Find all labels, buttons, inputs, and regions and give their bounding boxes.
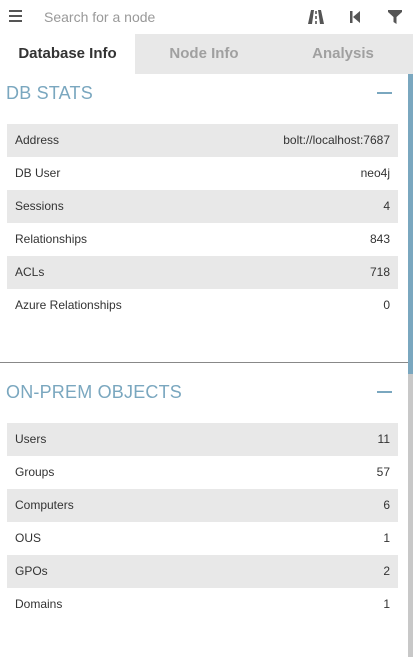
stat-row-domains: Domains 1 xyxy=(7,588,398,621)
on-prem-title: ON-PREM OBJECTS xyxy=(6,382,183,402)
on-prem-table: Users 11 Groups 57 Computers 6 OUS 1 GPO… xyxy=(7,423,398,621)
db-stats-collapse-icon[interactable] xyxy=(377,92,392,94)
stat-value: bolt://localhost:7687 xyxy=(283,133,390,147)
stat-value: 1 xyxy=(383,531,390,545)
on-prem-header: ON-PREM OBJECTS xyxy=(0,373,408,413)
stat-value: 11 xyxy=(377,432,390,446)
stat-label: OUS xyxy=(15,531,42,545)
pathfinding-road-icon[interactable] xyxy=(307,8,325,26)
stat-label: GPOs xyxy=(15,564,48,578)
stat-label: Users xyxy=(15,432,47,446)
stat-row-azure-relationships: Azure Relationships 0 xyxy=(7,289,398,322)
stat-value: 718 xyxy=(369,265,390,279)
stat-value: 57 xyxy=(376,465,390,479)
stat-value: neo4j xyxy=(360,166,390,180)
search-bar xyxy=(0,0,413,34)
stat-label: Address xyxy=(15,133,60,147)
stat-label: DB User xyxy=(15,166,61,180)
scrollbar-thumb[interactable] xyxy=(408,74,413,374)
stat-row-groups: Groups 57 xyxy=(7,456,398,489)
stat-value: 6 xyxy=(383,498,390,512)
stat-row-db-user: DB User neo4j xyxy=(7,157,398,190)
stat-value: 1 xyxy=(383,597,390,611)
stat-row-address: Address bolt://localhost:7687 xyxy=(7,124,398,157)
tab-database-info[interactable]: Database Info xyxy=(0,34,135,74)
stat-value: 2 xyxy=(383,564,390,578)
stat-label: Relationships xyxy=(15,232,88,246)
section-divider xyxy=(0,362,408,363)
stat-row-gpos: GPOs 2 xyxy=(7,555,398,588)
stat-label: Sessions xyxy=(15,199,64,213)
database-info-panel: DB STATS Address bolt://localhost:7687 D… xyxy=(0,74,413,657)
stat-row-ous: OUS 1 xyxy=(7,522,398,555)
stat-label: ACLs xyxy=(15,265,45,279)
tab-node-info[interactable]: Node Info xyxy=(135,34,273,74)
search-input[interactable] xyxy=(44,6,294,28)
db-stats-table: Address bolt://localhost:7687 DB User ne… xyxy=(7,124,398,322)
on-prem-collapse-icon[interactable] xyxy=(377,391,392,393)
stat-value: 843 xyxy=(369,232,390,246)
stat-row-users: Users 11 xyxy=(7,423,398,456)
stat-row-computers: Computers 6 xyxy=(7,489,398,522)
stat-value: 4 xyxy=(383,199,390,213)
app-window: Database Info Node Info Analysis DB STAT… xyxy=(0,0,413,657)
db-stats-header: DB STATS xyxy=(0,74,408,114)
stat-label: Azure Relationships xyxy=(15,298,122,312)
stat-row-sessions: Sessions 4 xyxy=(7,190,398,223)
scrollbar[interactable] xyxy=(408,74,413,657)
stat-row-relationships: Relationships 843 xyxy=(7,223,398,256)
stat-row-acls: ACLs 718 xyxy=(7,256,398,289)
stat-label: Computers xyxy=(15,498,74,512)
hamburger-menu-icon[interactable] xyxy=(9,10,22,22)
tab-bar: Database Info Node Info Analysis xyxy=(0,34,413,74)
tab-analysis[interactable]: Analysis xyxy=(273,34,413,74)
stat-label: Domains xyxy=(15,597,63,611)
stat-value: 0 xyxy=(383,298,390,312)
back-step-icon[interactable] xyxy=(346,8,364,26)
stat-label: Groups xyxy=(15,465,55,479)
db-stats-title: DB STATS xyxy=(6,83,93,103)
filter-icon[interactable] xyxy=(386,8,404,26)
